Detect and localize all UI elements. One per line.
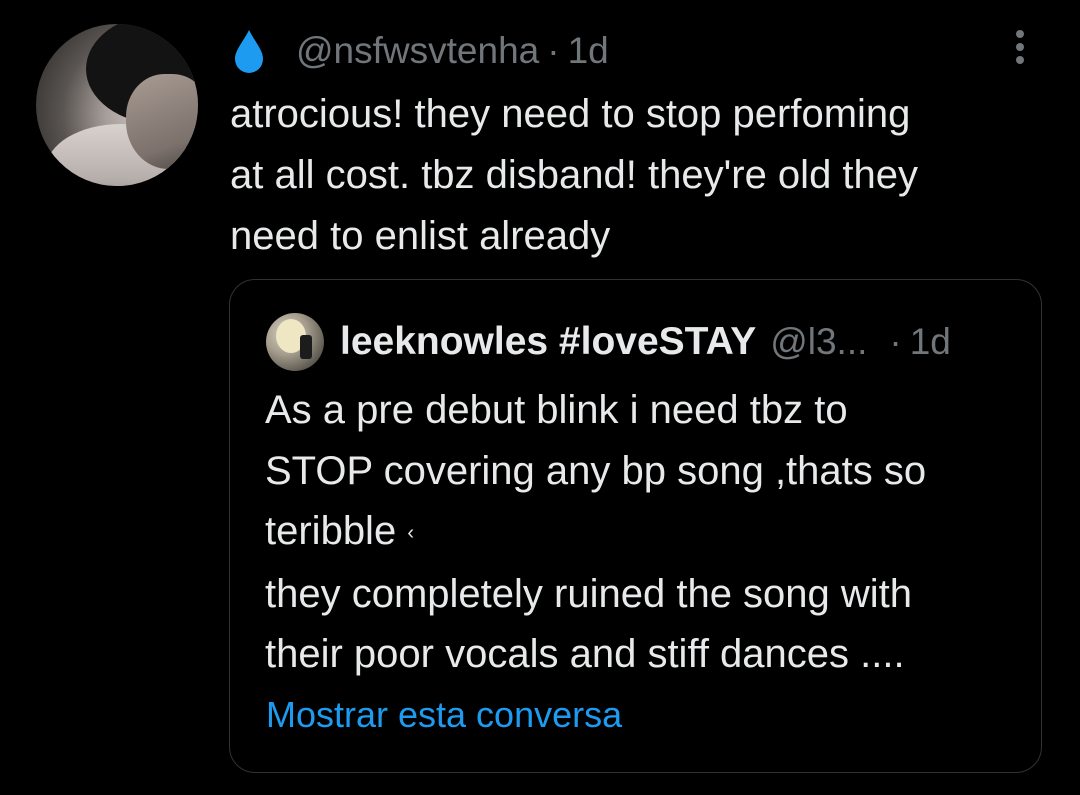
author-avatar[interactable]	[36, 24, 198, 186]
quoted-author-name[interactable]: leeknowles #loveSTAY	[340, 320, 756, 364]
header-separator: ·	[547, 30, 560, 71]
tweet-text-line: atrocious! they need to stop perfoming	[230, 92, 911, 136]
quoted-tweet-header: leeknowles #loveSTAY @l3... · 1d	[340, 316, 951, 368]
tweet-text: atrocious! they need to stop perfoming a…	[230, 84, 1030, 267]
quoted-tweet-card[interactable]: leeknowles #loveSTAY @l3... · 1d As a pr…	[229, 279, 1042, 773]
quoted-tweet-timestamp[interactable]: 1d	[910, 321, 951, 363]
more-options-icon[interactable]	[1010, 28, 1030, 68]
quoted-text-fragment: teribble	[265, 509, 397, 553]
quoted-text-line: teribble ‹	[265, 501, 1035, 564]
tweet[interactable]: @nsfwsvtenha · 1d atrocious! they need t…	[0, 0, 1080, 795]
quoted-header-separator: ·	[889, 321, 902, 362]
quoted-text-line: As a pre debut blink i need tbz to	[265, 388, 848, 432]
author-handle[interactable]: @nsfwsvtenha	[296, 30, 539, 72]
tweet-text-line: need to enlist already	[230, 214, 611, 258]
quoted-text-line: STOP covering any bp song ,thats so	[265, 448, 927, 493]
quoted-tweet-text: As a pre debut blink i need tbz to STOP …	[265, 380, 1035, 685]
quoted-text-line: their poor vocals and stiff dances ....	[265, 632, 905, 677]
quoted-author-handle[interactable]: @l3...	[770, 321, 867, 363]
trailing-glyph: ‹	[407, 522, 414, 545]
show-thread-link[interactable]: Mostrar esta conversa	[266, 694, 622, 736]
tweet-header: @nsfwsvtenha · 1d	[232, 26, 609, 76]
quoted-author-avatar[interactable]	[266, 313, 324, 371]
water-drop-icon	[235, 30, 263, 73]
quoted-text-line: they completely ruined the song with	[265, 571, 913, 616]
tweet-timestamp[interactable]: 1d	[568, 30, 609, 72]
tweet-text-line: at all cost. tbz disband! they're old th…	[230, 153, 919, 197]
